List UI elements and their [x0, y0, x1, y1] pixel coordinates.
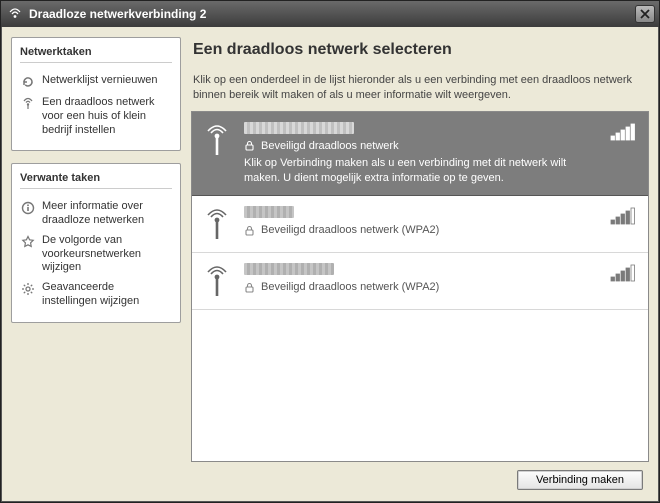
refresh-icon: [20, 74, 36, 90]
main-subtitle: Klik op een onderdeel in de lijst hieron…: [193, 73, 649, 103]
panel-title-network-tasks: Netwerktaken: [20, 46, 172, 63]
body: Netwerktaken Netwerklijst vernieuwen Een …: [1, 27, 659, 502]
sidebar-task-label: Meer informatie over draadloze netwerken: [42, 200, 172, 228]
sidebar-task-label: Een draadloos netwerk voor een huis of k…: [42, 96, 172, 137]
info-icon: [20, 200, 36, 216]
network-item[interactable]: Beveiligd draadloos netwerk (WPA2): [192, 196, 648, 253]
window-root: Draadloze netwerkverbinding 2 Netwerktak…: [0, 0, 660, 503]
network-ssid: [244, 122, 586, 134]
network-ssid: [244, 263, 586, 275]
antenna-icon: [202, 263, 232, 299]
panel-network-tasks: Netwerktaken Netwerklijst vernieuwen Een …: [11, 37, 181, 151]
sidebar-task-label: Geavanceerde instellingen wijzigen: [42, 281, 172, 309]
antenna-icon: [202, 206, 232, 242]
sidebar-task[interactable]: De volgorde van voorkeursnetwerken wijzi…: [20, 231, 172, 278]
signal-strength-icon: [598, 263, 638, 283]
titlebar: Draadloze netwerkverbinding 2: [1, 1, 659, 27]
network-security: Beveiligd draadloos netwerk (WPA2): [244, 281, 586, 293]
close-button[interactable]: [635, 5, 655, 23]
sidebar-task[interactable]: Netwerklijst vernieuwen: [20, 71, 172, 93]
signal-strength-icon: [598, 122, 638, 142]
network-security-label: Beveiligd draadloos netwerk: [261, 140, 399, 152]
main: Een draadloos netwerk selecteren Klik op…: [191, 37, 649, 492]
star-icon: [20, 234, 36, 250]
sidebar: Netwerktaken Netwerklijst vernieuwen Een …: [11, 37, 181, 492]
main-heading: Een draadloos netwerk selecteren: [193, 41, 649, 59]
antenna-icon: [202, 122, 232, 158]
network-security-label: Beveiligd draadloos netwerk (WPA2): [261, 224, 439, 236]
sidebar-task[interactable]: Een draadloos netwerk voor een huis of k…: [20, 93, 172, 140]
window-title: Draadloze netwerkverbinding 2: [29, 7, 635, 21]
close-icon: [640, 9, 650, 19]
network-body: Beveiligd draadloos netwerk (WPA2): [244, 206, 586, 240]
network-security-label: Beveiligd draadloos netwerk (WPA2): [261, 281, 439, 293]
network-list[interactable]: Beveiligd draadloos netwerk Klik op Verbi…: [191, 111, 649, 462]
connect-button[interactable]: Verbinding maken: [517, 470, 643, 490]
signal-strength-icon: [598, 206, 638, 226]
sidebar-task[interactable]: Geavanceerde instellingen wijzigen: [20, 278, 172, 312]
sidebar-task-label: De volgorde van voorkeursnetwerken wijzi…: [42, 234, 172, 275]
network-security: Beveiligd draadloos netwerk (WPA2): [244, 224, 586, 236]
network-list-empty-area: [192, 310, 648, 461]
network-ssid: [244, 206, 586, 218]
network-security: Beveiligd draadloos netwerk: [244, 140, 586, 152]
network-description: Klik op Verbinding maken als u een verbi…: [244, 156, 586, 186]
wireless-icon: [7, 6, 23, 22]
lock-icon: [244, 140, 255, 151]
lock-icon: [244, 282, 255, 293]
panel-related-tasks: Verwante taken Meer informatie over draa…: [11, 163, 181, 322]
gear-icon: [20, 281, 36, 297]
lock-icon: [244, 225, 255, 236]
network-item[interactable]: Beveiligd draadloos netwerk Klik op Verbi…: [192, 112, 648, 197]
network-body: Beveiligd draadloos netwerk Klik op Verbi…: [244, 122, 586, 186]
footer: Verbinding maken: [191, 462, 649, 492]
sidebar-task-label: Netwerklijst vernieuwen: [42, 74, 158, 88]
network-body: Beveiligd draadloos netwerk (WPA2): [244, 263, 586, 297]
panel-title-related-tasks: Verwante taken: [20, 172, 172, 189]
network-item[interactable]: Beveiligd draadloos netwerk (WPA2): [192, 253, 648, 310]
sidebar-task[interactable]: Meer informatie over draadloze netwerken: [20, 197, 172, 231]
antenna-icon: [20, 96, 36, 112]
